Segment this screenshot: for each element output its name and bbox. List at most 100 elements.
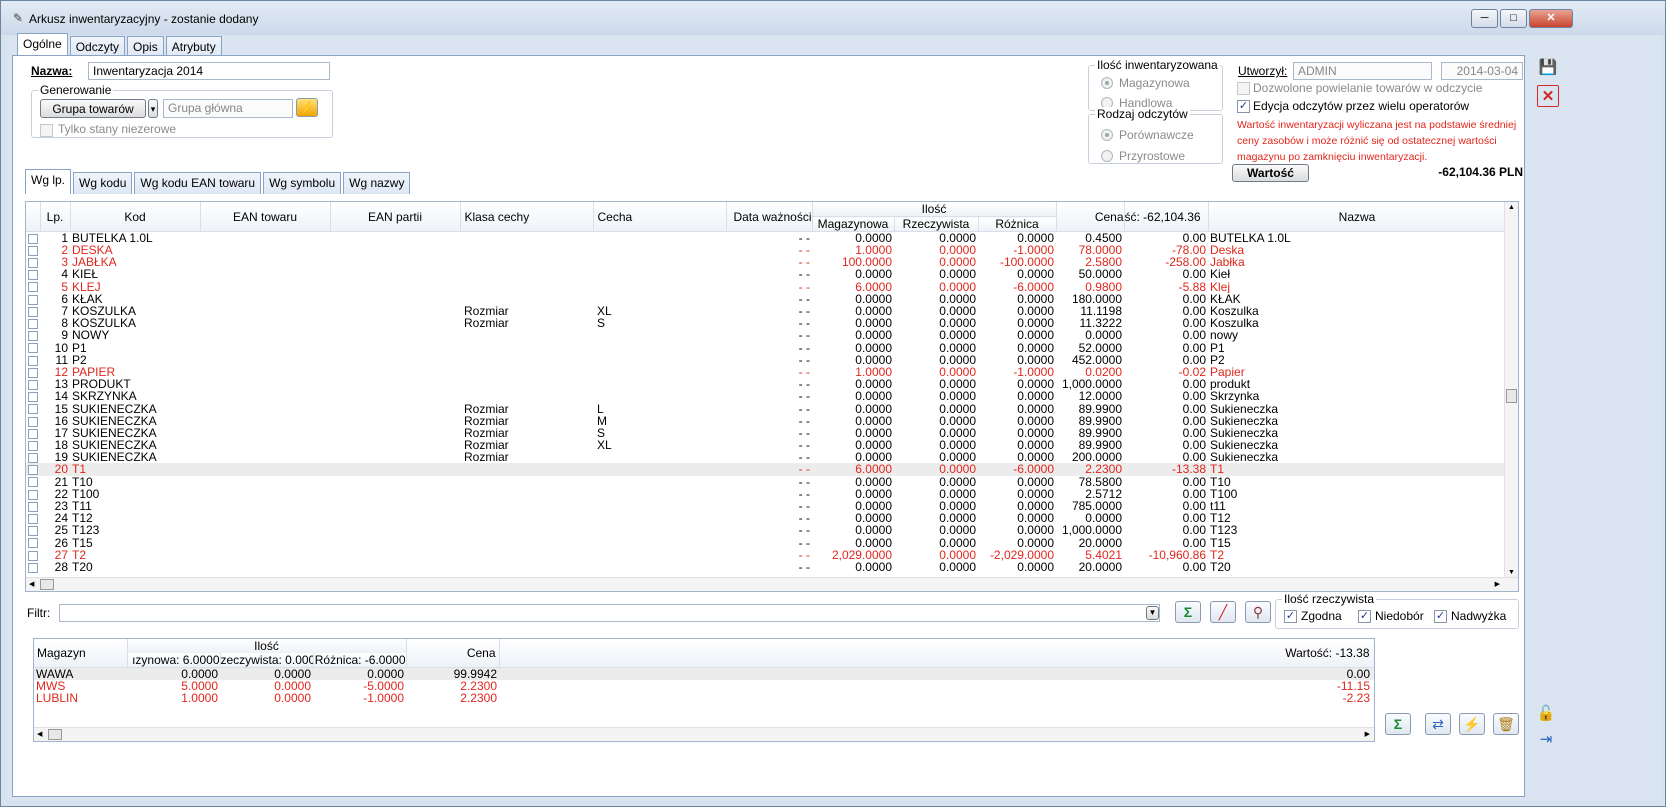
- trash-icon[interactable]: 🗑: [1493, 713, 1519, 735]
- col-ean-towaru[interactable]: EAN towaru: [200, 202, 331, 232]
- magazyn-row[interactable]: LUBLIN 1.0000 0.0000 -1.0000 2.2300 -2.23: [34, 692, 1374, 704]
- row-checkbox[interactable]: [28, 404, 38, 415]
- nadwyzka-checkbox[interactable]: ✓: [1434, 610, 1447, 623]
- table-row[interactable]: 15 SUKIENECZKA Rozmiar L - - 0.0000 0.0000 0.00…: [26, 402, 1506, 415]
- row-checkbox-cell[interactable]: [26, 293, 40, 305]
- grid-hscroll[interactable]: ◀ ▶: [26, 577, 1518, 591]
- row-checkbox[interactable]: [28, 501, 38, 512]
- table-row[interactable]: 10 P1 - - 0.0000 0.0000 0.0000 52.0000 0.00 P1: [26, 342, 1506, 354]
- row-checkbox[interactable]: [28, 465, 38, 476]
- filtr-input[interactable]: [59, 604, 1160, 622]
- row-checkbox-cell[interactable]: [26, 281, 40, 293]
- row-checkbox[interactable]: [28, 550, 38, 561]
- row-checkbox-cell[interactable]: [26, 317, 40, 330]
- col-kod[interactable]: Kod: [70, 202, 201, 232]
- table-row[interactable]: 21 T10 - - 0.0000 0.0000 0.0000 78.5800 0.00 T10: [26, 476, 1506, 488]
- generate-icon[interactable]: ⚡: [1459, 713, 1485, 735]
- table-row[interactable]: 18 SUKIENECZKA Rozmiar XL - - 0.0000 0.0000 0.0…: [26, 439, 1506, 451]
- row-checkbox[interactable]: [28, 233, 38, 244]
- row-checkbox[interactable]: [28, 477, 38, 488]
- row-checkbox[interactable]: [28, 282, 38, 293]
- row-checkbox[interactable]: [28, 379, 38, 390]
- table-row[interactable]: 24 T12 - - 0.0000 0.0000 0.0000 0.0000 0.00 T12: [26, 512, 1506, 524]
- detail-col-cena[interactable]: Cena: [406, 639, 500, 668]
- table-row[interactable]: 5 KLEJ - - 6.0000 0.0000 -6.0000 0.9800 -5.88 Kl…: [26, 281, 1506, 293]
- edycja-checkbox[interactable]: ✓: [1237, 100, 1250, 113]
- row-checkbox[interactable]: [28, 331, 38, 342]
- grupa-towarow-button[interactable]: Grupa towarów: [40, 99, 146, 118]
- tab-wg-nazwy[interactable]: Wg nazwy: [343, 172, 411, 194]
- table-row[interactable]: 9 NOWY - - 0.0000 0.0000 0.0000 0.0000 0.00 nowy: [26, 329, 1506, 342]
- row-checkbox-cell[interactable]: [26, 244, 40, 256]
- zgodna-checkbox[interactable]: ✓: [1284, 610, 1297, 623]
- row-checkbox-cell[interactable]: [26, 305, 40, 317]
- row-checkbox[interactable]: [28, 489, 38, 500]
- row-checkbox[interactable]: [28, 562, 38, 573]
- dozwolone-checkbox[interactable]: [1237, 82, 1250, 95]
- row-checkbox[interactable]: [28, 355, 38, 366]
- col-klasa-cechy[interactable]: Klasa cechy: [460, 202, 594, 232]
- distribute-icon[interactable]: ⇄: [1425, 713, 1451, 735]
- row-checkbox[interactable]: [28, 294, 38, 305]
- table-row[interactable]: 28 T20 - - 0.0000 0.0000 0.0000 20.0000 0.00 T20: [26, 561, 1506, 573]
- row-checkbox-cell[interactable]: [26, 390, 40, 403]
- table-row[interactable]: 14 SKRZYNKA - - 0.0000 0.0000 0.0000 12.0000 0.…: [26, 390, 1506, 402]
- scroll-down-icon[interactable]: ▼: [1508, 569, 1515, 576]
- table-row[interactable]: 11 P2 - - 0.0000 0.0000 0.0000 452.0000 0.00 P2: [26, 354, 1506, 366]
- row-checkbox[interactable]: [28, 416, 38, 427]
- detail-scroll-left-icon[interactable]: ◀: [37, 730, 42, 738]
- wartosc-button[interactable]: Wartość: [1232, 164, 1309, 182]
- table-row[interactable]: 13 PRODUKT - - 0.0000 0.0000 0.0000 1,000.0000…: [26, 378, 1506, 390]
- magazyn-row[interactable]: MWS 5.0000 0.0000 -5.0000 2.2300 -11.15: [34, 680, 1374, 692]
- row-checkbox-cell[interactable]: [26, 488, 40, 500]
- magazyn-row[interactable]: WAWA 0.0000 0.0000 0.0000 99.9942 0.00: [34, 667, 1374, 680]
- row-checkbox-cell[interactable]: [26, 476, 40, 488]
- col-lp[interactable]: Lp.: [40, 202, 71, 232]
- tab-wg-lp[interactable]: Wg lp.: [25, 169, 72, 194]
- row-checkbox-cell[interactable]: [26, 354, 40, 366]
- table-row[interactable]: 8 KOSZULKA Rozmiar S - - 0.0000 0.0000 0.0000 11…: [26, 317, 1506, 329]
- row-checkbox[interactable]: [28, 538, 38, 549]
- cancel-icon[interactable]: ✕: [1537, 85, 1559, 107]
- grid-vscroll[interactable]: ▲ ▼: [1504, 202, 1518, 578]
- grupa-dropdown-button[interactable]: ▾: [148, 99, 158, 118]
- row-checkbox[interactable]: [28, 367, 38, 378]
- lock-icon[interactable]: 🔓: [1535, 703, 1557, 725]
- row-checkbox-cell[interactable]: [26, 561, 40, 573]
- generate-lightning-icon[interactable]: ⚡: [296, 98, 318, 117]
- tab-wg-symbolu[interactable]: Wg symbolu: [263, 172, 342, 194]
- detail-col-roznica[interactable]: Różnica: -6.0000: [313, 653, 407, 668]
- tab-wg-kodu-ean[interactable]: Wg kodu EAN towaru: [134, 172, 262, 194]
- row-checkbox-cell[interactable]: [26, 415, 40, 427]
- table-row[interactable]: 4 KIEŁ - - 0.0000 0.0000 0.0000 50.0000 0.00 Kie…: [26, 268, 1506, 281]
- grid-hscroll-thumb[interactable]: [40, 579, 54, 590]
- table-row[interactable]: 23 T11 - - 0.0000 0.0000 0.0000 785.0000 0.00 t1…: [26, 500, 1506, 512]
- row-checkbox-cell[interactable]: [26, 451, 40, 464]
- col-data-waznosci[interactable]: Data ważności: [726, 202, 813, 232]
- row-checkbox-cell[interactable]: [26, 537, 40, 549]
- row-checkbox[interactable]: [28, 514, 38, 525]
- row-checkbox[interactable]: [28, 258, 38, 269]
- table-row[interactable]: 17 SUKIENECZKA Rozmiar S - - 0.0000 0.0000 0.00…: [26, 427, 1506, 439]
- col-wartosc[interactable]: ść: -62,104.36: [1124, 202, 1209, 232]
- table-row[interactable]: 27 T2 - - 2,029.0000 0.0000 -2,029.0000 5.4021…: [26, 549, 1506, 561]
- row-checkbox-cell[interactable]: [26, 366, 40, 378]
- filter-tools-icon[interactable]: ⚲: [1245, 601, 1271, 623]
- tylko-stany-checkbox[interactable]: [40, 124, 53, 137]
- table-row[interactable]: 7 KOSZULKA Rozmiar XL - - 0.0000 0.0000 0.0000 1…: [26, 305, 1506, 317]
- row-checkbox[interactable]: [28, 245, 38, 256]
- detail-col-magazynowa[interactable]: ızynowa: 6.0000: [127, 653, 221, 668]
- table-row[interactable]: 12 PAPIER - - 1.0000 0.0000 -1.0000 0.0200 -0.0…: [26, 366, 1506, 378]
- row-checkbox[interactable]: [28, 270, 38, 281]
- col-ean-partii[interactable]: EAN partii: [330, 202, 461, 232]
- detail-hscroll-thumb[interactable]: [48, 729, 62, 740]
- table-row[interactable]: 20 T1- -6.0000 0.0000 -6.0000 2.2300 -13.38 T1: [26, 463, 1506, 476]
- row-checkbox-cell[interactable]: [26, 232, 40, 245]
- col-magazynowa[interactable]: Magazynowa: [812, 216, 895, 232]
- pin-icon[interactable]: ⇥: [1535, 729, 1557, 751]
- magazynowa-radio[interactable]: [1101, 77, 1113, 89]
- row-checkbox-cell[interactable]: [26, 427, 40, 439]
- row-checkbox[interactable]: [28, 343, 38, 354]
- col-rzeczywista[interactable]: Rzeczywista: [894, 216, 979, 232]
- table-row[interactable]: 19 SUKIENECZKA Rozmiar - -0.0000 0.0000 0.000…: [26, 451, 1506, 463]
